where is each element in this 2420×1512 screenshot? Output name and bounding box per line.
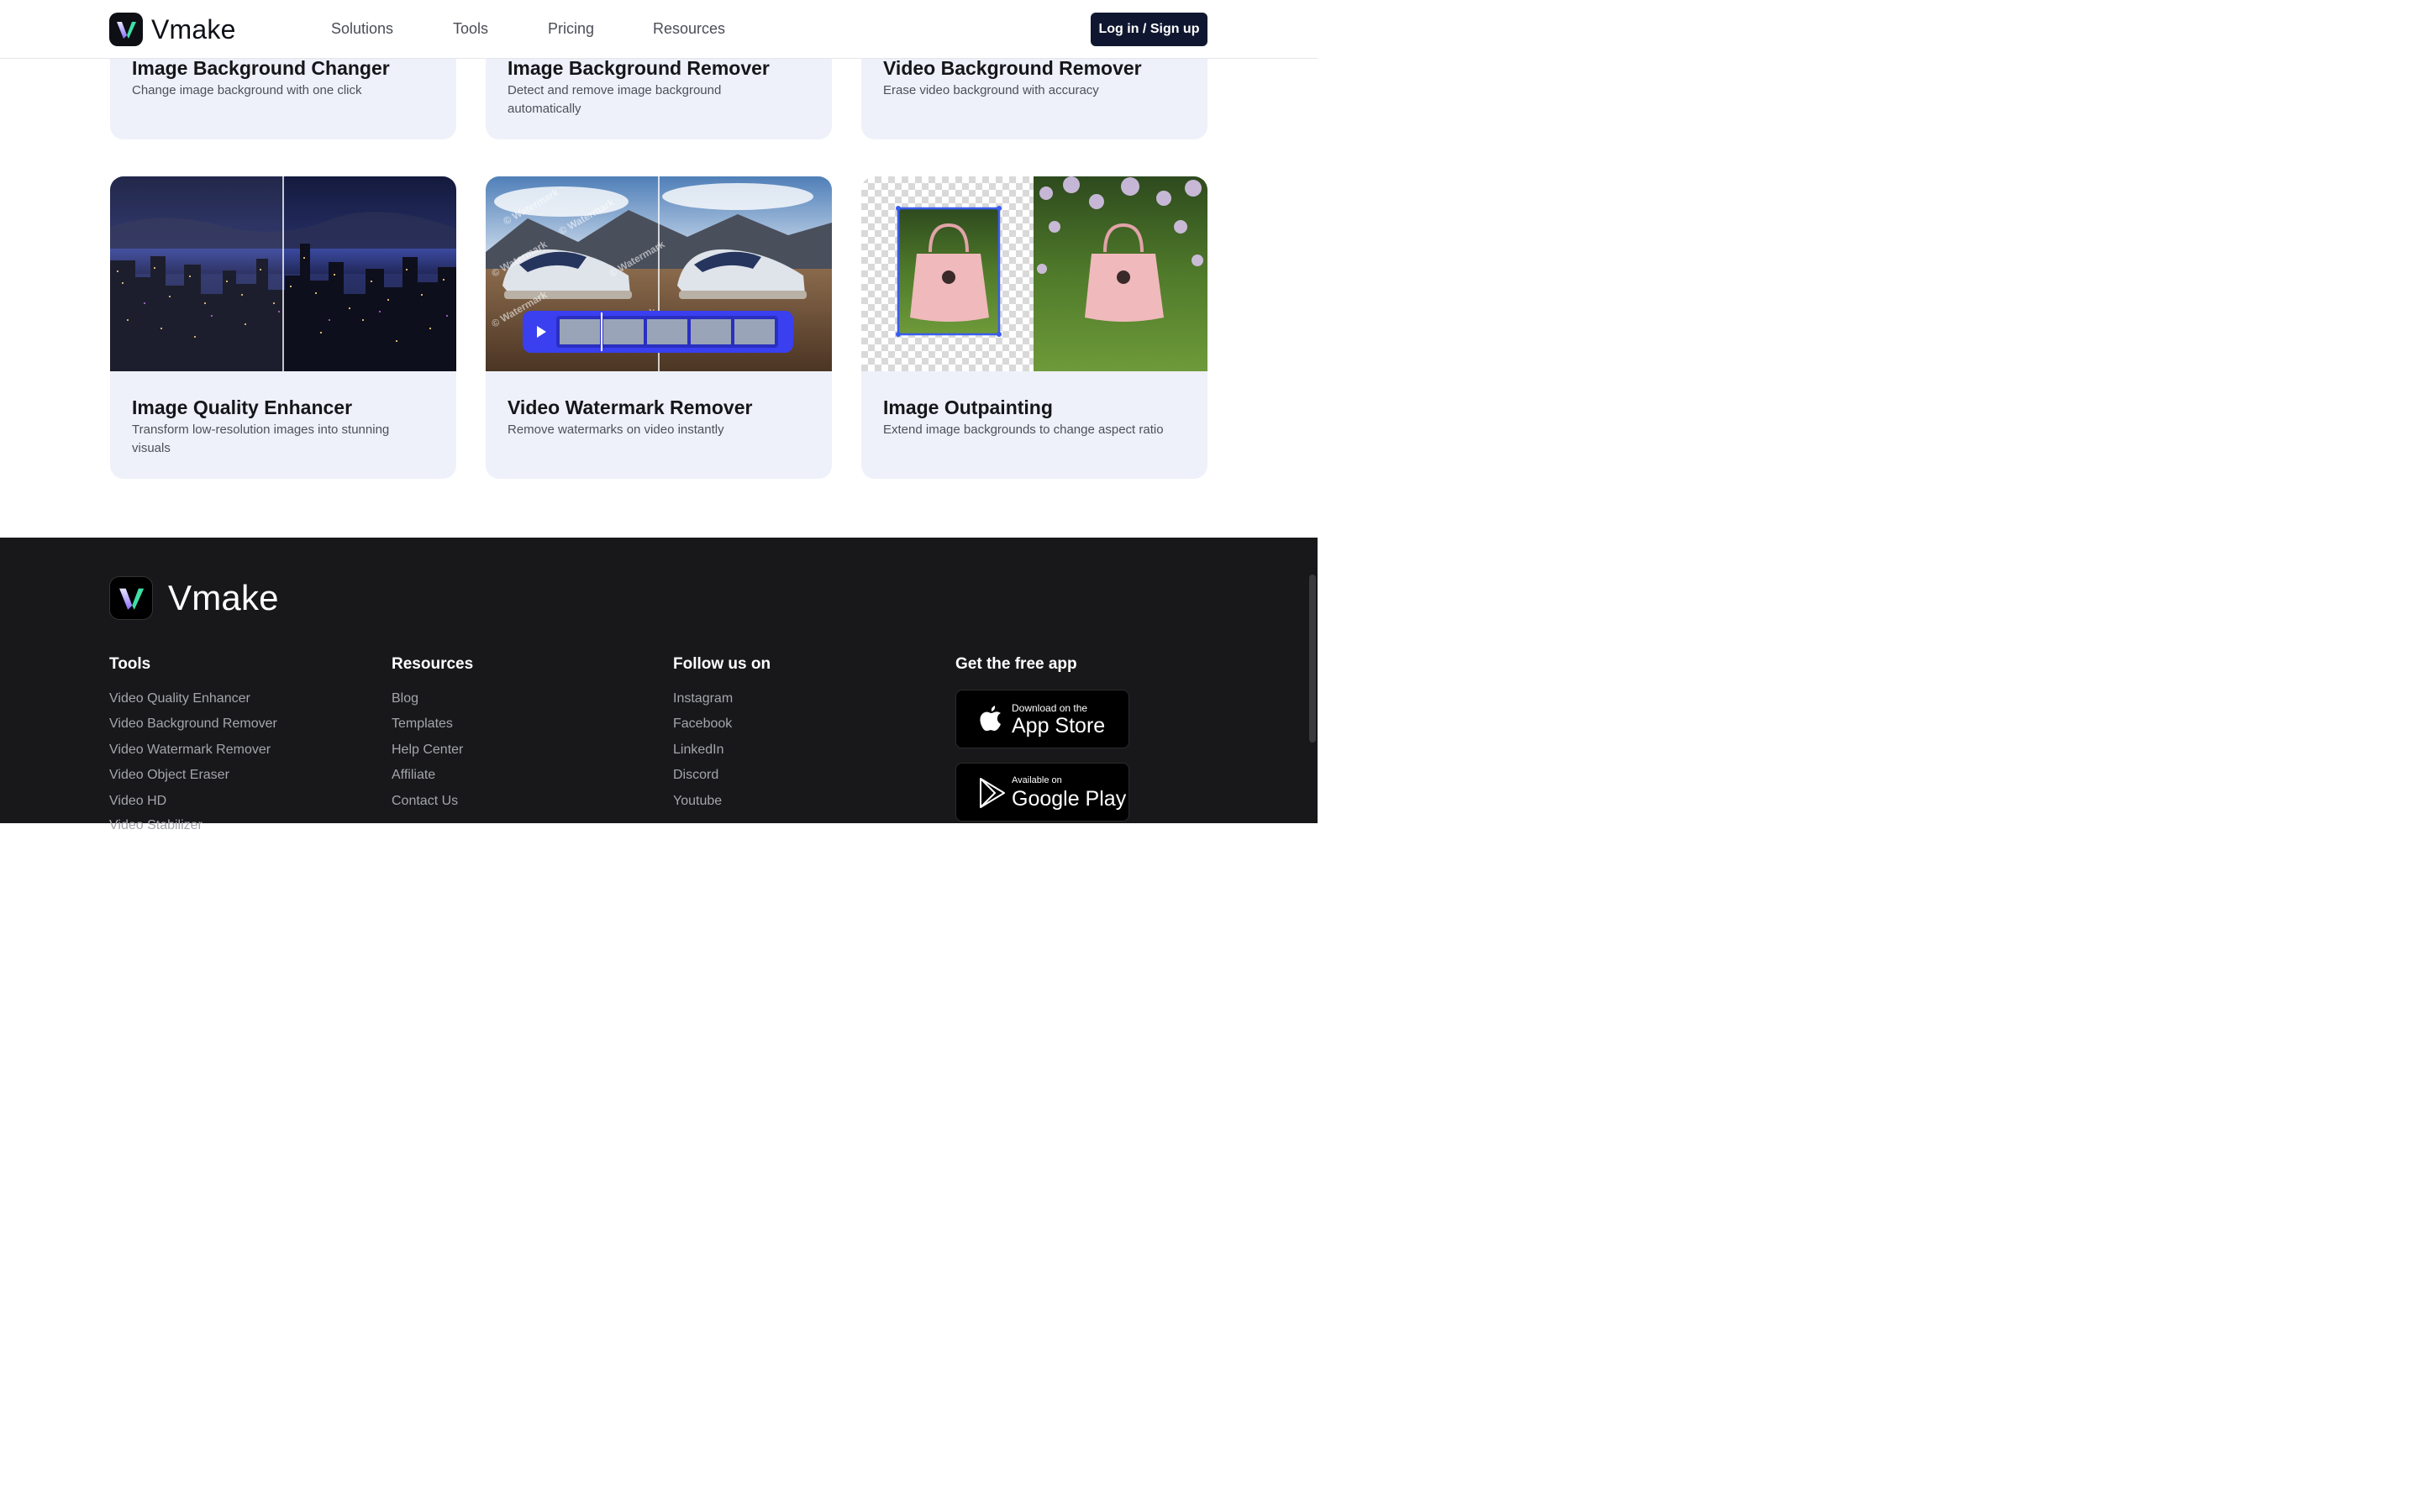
- footer-brand-name: Vmake: [168, 578, 279, 617]
- footer-heading-follow: Follow us on: [673, 655, 771, 673]
- google-play-big-text: Google Play: [1012, 787, 1127, 811]
- card-title: Video Background Remover: [883, 57, 1142, 79]
- card-title: Image Background Changer: [132, 57, 390, 79]
- footer-link[interactable]: Video Background Remover: [109, 717, 277, 732]
- google-play-small-text: Available on: [1012, 775, 1062, 785]
- google-play-icon: [978, 777, 1007, 813]
- footer-link-facebook[interactable]: Facebook: [673, 717, 732, 732]
- card-description: Change image background with one click: [132, 83, 362, 97]
- page-scrollbar[interactable]: [1309, 575, 1316, 743]
- brand-logo[interactable]: Vmake: [109, 13, 236, 46]
- nav-pricing[interactable]: Pricing: [548, 20, 594, 38]
- footer-link[interactable]: Templates: [392, 717, 453, 732]
- footer-link[interactable]: Blog: [392, 691, 418, 706]
- card-description: Transform low-resolution images into stu…: [132, 423, 390, 455]
- card-title: Image Background Remover: [508, 57, 770, 79]
- card-description: Erase video background with accuracy: [883, 83, 1099, 97]
- handbag-outpainting-image: [861, 176, 1207, 371]
- footer-link[interactable]: Contact Us: [392, 794, 458, 809]
- card-title: Image Outpainting: [883, 396, 1053, 418]
- card-description: Extend image backgrounds to change aspec…: [883, 423, 1164, 437]
- footer-link-instagram[interactable]: Instagram: [673, 691, 733, 706]
- card-description: Remove watermarks on video instantly: [508, 423, 724, 437]
- apple-icon: [978, 704, 1003, 737]
- vmake-logo-icon: [109, 576, 153, 620]
- brand-name: Vmake: [151, 13, 236, 45]
- site-header: Vmake Solutions Tools Pricing Resources …: [0, 0, 1318, 59]
- nav-tools[interactable]: Tools: [453, 20, 488, 38]
- card-video-watermark-remover[interactable]: © Watermark © Watermark © Watermark © Wa…: [486, 176, 832, 479]
- footer-link-discord[interactable]: Discord: [673, 768, 718, 783]
- footer-heading-resources: Resources: [392, 655, 474, 673]
- footer-link[interactable]: Video Watermark Remover: [109, 743, 271, 758]
- app-store-small-text: Download on the: [1012, 702, 1088, 714]
- footer-link[interactable]: Affiliate: [392, 768, 435, 783]
- card-image-quality-enhancer[interactable]: Image Quality Enhancer Transform low-res…: [110, 176, 456, 479]
- app-store-big-text: App Store: [1012, 714, 1106, 738]
- footer-link[interactable]: Video HD: [109, 794, 166, 809]
- footer-link-linkedin[interactable]: LinkedIn: [673, 743, 724, 758]
- login-signup-button[interactable]: Log in / Sign up: [1091, 13, 1207, 46]
- footer-link[interactable]: Video Quality Enhancer: [109, 691, 250, 706]
- card-description: Detect and remove image background autom…: [508, 83, 722, 116]
- nav-resources[interactable]: Resources: [653, 20, 725, 38]
- card-title: Image Quality Enhancer: [132, 396, 353, 418]
- card-image-outpainting[interactable]: Image Outpainting Extend image backgroun…: [861, 176, 1207, 479]
- footer-brand-logo[interactable]: Vmake: [109, 576, 279, 620]
- site-footer: Vmake Tools Video Quality Enhancer Video…: [0, 538, 1318, 832]
- vmake-logo-icon: [109, 13, 143, 46]
- footer-link[interactable]: Help Center: [392, 743, 463, 758]
- footer-link-youtube[interactable]: Youtube: [673, 794, 722, 809]
- footer-heading-tools: Tools: [109, 655, 151, 673]
- footer-heading-app: Get the free app: [955, 655, 1077, 673]
- nav-solutions[interactable]: Solutions: [331, 20, 393, 38]
- google-play-button[interactable]: Available on Google Play: [955, 763, 1129, 822]
- footer-link[interactable]: Video Stabilizer: [109, 818, 203, 833]
- sneakers-comparison-image: © Watermark © Watermark © Watermark © Wa…: [486, 176, 832, 371]
- card-title: Video Watermark Remover: [508, 396, 753, 418]
- city-night-comparison-image: [110, 176, 456, 371]
- app-store-button[interactable]: Download on the App Store: [955, 690, 1129, 748]
- footer-link[interactable]: Video Object Eraser: [109, 768, 229, 783]
